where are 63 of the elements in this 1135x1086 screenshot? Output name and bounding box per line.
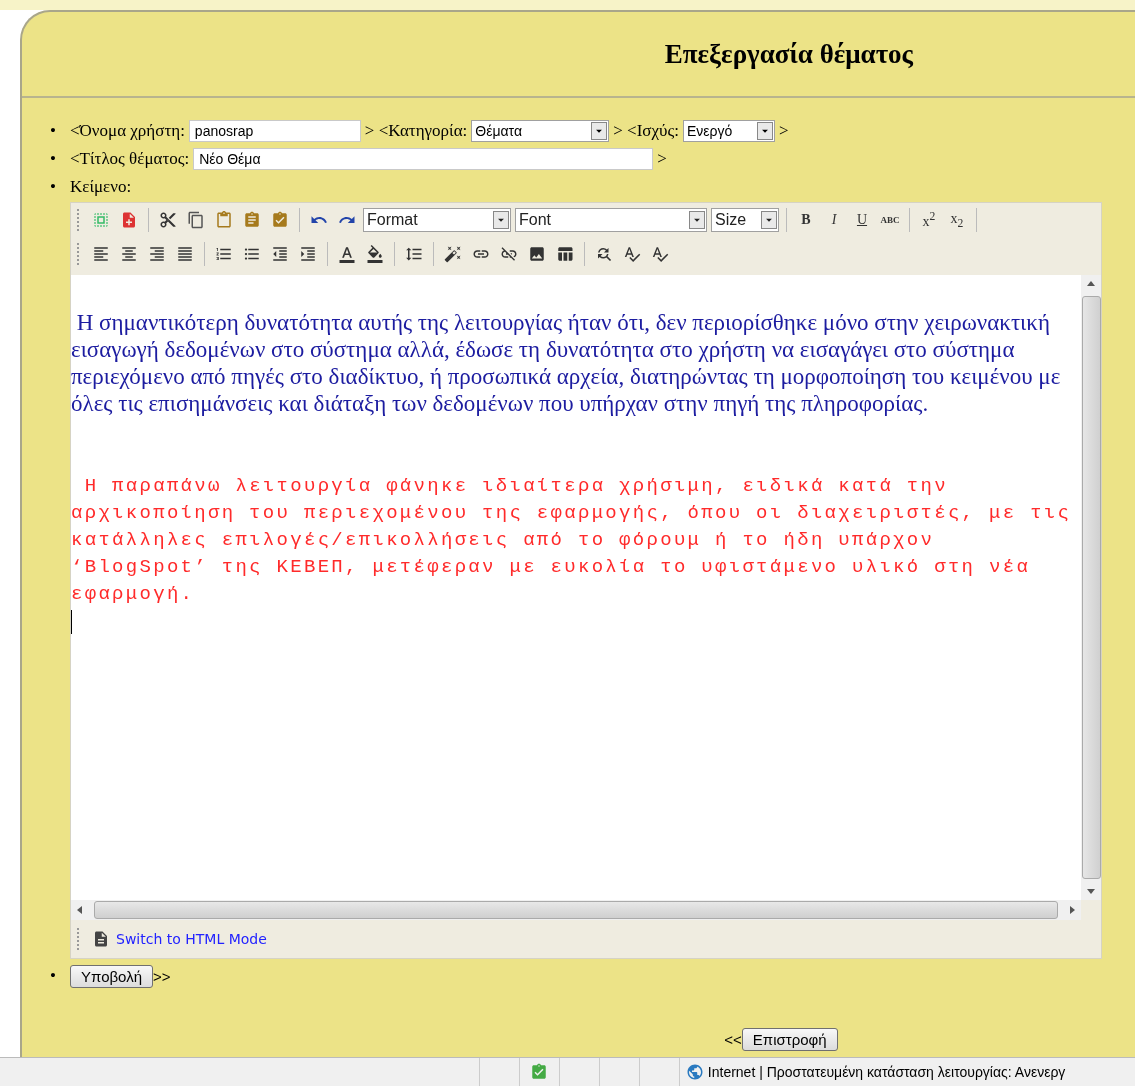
arrow-text: >> xyxy=(153,968,171,985)
submit-button[interactable]: Υποβολή xyxy=(70,965,153,988)
list-bullet: • xyxy=(50,148,57,170)
format-button[interactable]: x$^{2}$ xyxy=(916,207,942,233)
copy-icon xyxy=(187,211,205,229)
align-left-icon xyxy=(92,245,110,263)
editor-paragraph: Η παραπάνω λειτουργία φάνηκε ιδιαίτερα χρήσιμη, ειδικά κατά την αρχικοποίηση του περιεχομένου της εφαρμογής, όπου οι διαχειριστές, με τις κατάλληλες επιλογές/επικολλήσεις από το φόρουμ ή το ήδη υπάρχον ‘BlogSpot’ της ΚΕΒΕΠ, μετέφεραν με ευκολία το υφιστάμενο υλικό στη νέα εφαρμογή. xyxy=(71,474,1073,607)
align-right-icon xyxy=(148,245,166,263)
category-dropdown[interactable]: Θέματα xyxy=(471,120,610,142)
status-icon xyxy=(530,1063,549,1081)
arrow-text: << xyxy=(724,1031,742,1048)
title-field[interactable]: Νέο Θέμα xyxy=(193,148,654,170)
toolbar-dropdown[interactable]: Format xyxy=(363,208,511,232)
numbered-list-icon xyxy=(215,245,233,263)
status-text: Internet | Προστατευμένη κατάσταση λειτουργίας: Ανενεργ xyxy=(707,1064,1066,1080)
clipboard-icon xyxy=(215,211,233,229)
document-icon xyxy=(92,930,110,948)
find-replace-icon xyxy=(595,245,613,263)
scissors-icon xyxy=(159,211,177,229)
clipboard-icon xyxy=(243,211,261,229)
table-icon xyxy=(556,245,574,263)
format-button[interactable]: x$_{2}$ xyxy=(944,207,970,233)
outdent-icon xyxy=(271,245,289,263)
vertical-scrollbar[interactable] xyxy=(1081,275,1101,900)
back-button[interactable]: Επιστροφή xyxy=(741,1028,838,1051)
unlink-icon xyxy=(500,245,518,263)
field-label: <Όνομα χρήστη: xyxy=(70,120,185,142)
image-icon xyxy=(528,245,546,263)
spellcheck-icon xyxy=(651,245,669,263)
format-button[interactable]: U xyxy=(849,207,875,233)
field-label: <Τίτλος θέματος: xyxy=(70,148,190,170)
bracket-text: > xyxy=(778,120,789,142)
list-bullet: • xyxy=(50,176,57,198)
field-label: Κείμενο: xyxy=(70,176,133,198)
globe-icon xyxy=(685,1063,704,1081)
bracket-text: > xyxy=(657,148,667,170)
spellcheck-icon xyxy=(623,245,641,263)
line-spacing-icon xyxy=(405,245,423,263)
validity-dropdown[interactable]: Ενεργό xyxy=(682,120,775,142)
list-bullet: • xyxy=(50,965,57,987)
toolbar-dropdown[interactable]: Size xyxy=(711,208,779,232)
format-button[interactable]: I xyxy=(821,207,847,233)
new-document-icon xyxy=(120,211,138,229)
format-button[interactable]: B xyxy=(793,207,819,233)
page-title: Επεξεργασία θέματος xyxy=(664,38,913,70)
align-justify-icon xyxy=(176,245,194,263)
field-label: > <Κατηγορία: xyxy=(364,120,468,142)
text-color-icon xyxy=(338,245,356,263)
select-all-icon xyxy=(92,211,110,229)
magic-wand-icon xyxy=(444,245,462,263)
align-center-icon xyxy=(120,245,138,263)
toolbar-dropdown[interactable]: Font xyxy=(515,208,707,232)
format-button[interactable]: ABC xyxy=(877,207,903,233)
html-mode-link[interactable]: Switch to HTML Mode xyxy=(116,931,267,947)
field-label: > <Ισχύς: xyxy=(613,120,679,142)
paint-bucket-icon xyxy=(366,245,384,263)
indent-icon xyxy=(299,245,317,263)
clipboard-icon xyxy=(271,211,289,229)
horizontal-scrollbar[interactable] xyxy=(71,900,1081,920)
list-bullet: • xyxy=(50,120,57,142)
username-field[interactable]: panosrap xyxy=(188,120,361,142)
editor-paragraph: Η σημαντικότερη δυνατότητα αυτής της λειτουργίας ήταν ότι, δεν περιορίσθηκε μόνο στην χειρωνακτική εισαγωγή δεδομένων στο σύστημα αλλά, έδωσε τη δυνατότητα στο χρήστη να εισαγάγει στο σύστημα περιεχόμενο από πηγές στο διαδίκτυο, ή προσωπικά αρχεία, διατηρώντας τη μορφοποίηση του κειμένου με όλες τις επισημάνσεις και διάταξη των δεδομένων που υπήρχαν στην πηγή της πληροφορίας. xyxy=(71,309,1062,417)
text-cursor xyxy=(71,610,72,634)
